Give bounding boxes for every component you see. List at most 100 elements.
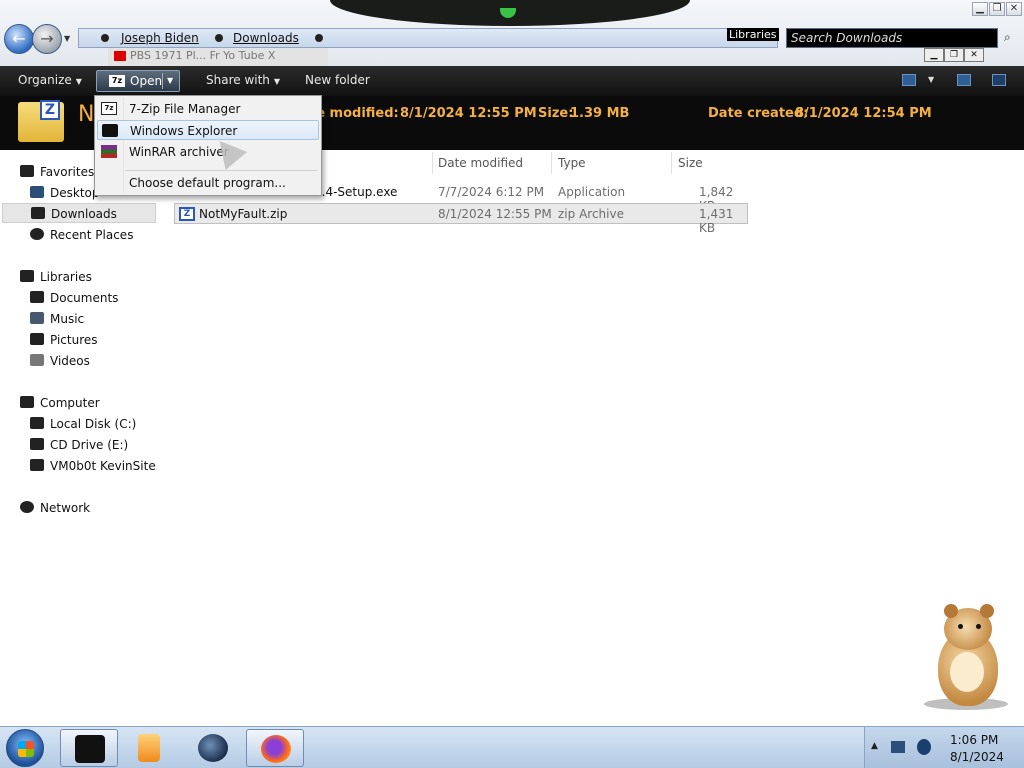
taskbar-explorer-button[interactable] (60, 729, 118, 767)
recent-places-icon (30, 228, 44, 240)
globe-icon (198, 734, 228, 762)
inner-maximize-button[interactable]: ❐ (944, 48, 964, 62)
size-value: 1.39 MB (570, 106, 630, 121)
forward-arrow-icon: → (40, 29, 54, 48)
recent-pages-dropdown[interactable]: ▼ (64, 34, 70, 43)
date-created-label: Date created: (708, 106, 809, 121)
share-with-button[interactable]: Share with ▼ (206, 73, 280, 87)
column-header-type[interactable]: Type (558, 156, 586, 170)
back-button[interactable]: ← (4, 24, 34, 54)
date-modified-label: te modified: (310, 106, 399, 121)
file-size: 1,431 KB (699, 207, 734, 235)
network-drive-icon (30, 459, 44, 471)
taskbar-firefox-button[interactable] (246, 729, 304, 767)
menu-item-windows-explorer[interactable]: Windows Explorer (97, 120, 319, 140)
nav-downloads[interactable]: Downloads (2, 203, 156, 223)
videos-icon (30, 354, 44, 366)
windows-explorer-icon (102, 124, 118, 137)
zip-file-icon: Z (179, 207, 195, 221)
windows-logo-icon (18, 741, 34, 757)
breadcrumb-user[interactable]: Joseph Biden (121, 31, 199, 45)
column-divider (671, 152, 672, 174)
maximize-button[interactable]: ❐ (989, 2, 1005, 16)
inner-minimize-button[interactable]: ▁ (924, 48, 944, 62)
open-with-menu: 7z 7-Zip File Manager Windows Explorer W… (94, 95, 322, 196)
star-icon (20, 165, 34, 177)
menu-item-7zip[interactable]: 7z 7-Zip File Manager (97, 99, 319, 119)
music-icon (30, 312, 44, 324)
new-folder-button[interactable]: New folder (305, 73, 370, 87)
menu-item-choose-default-program[interactable]: Choose default program... (97, 173, 319, 193)
view-options-arrow-icon[interactable]: ▼ (928, 75, 934, 84)
breadcrumb-separator-icon (215, 34, 223, 42)
desktop-icon (30, 186, 44, 198)
address-bar[interactable]: Joseph Biden Downloads (78, 28, 778, 48)
divider (162, 73, 163, 89)
size-label: Size: (538, 106, 574, 121)
winrar-icon (101, 145, 117, 158)
organize-button[interactable]: Organize ▼ (18, 73, 82, 87)
menu-item-winrar[interactable]: WinRAR archiver (97, 142, 319, 162)
inner-close-button[interactable]: ✕ (964, 48, 984, 62)
open-dropdown-arrow-icon[interactable]: ▼ (167, 76, 173, 85)
open-button[interactable]: 7z Open ▼ (96, 70, 180, 92)
media-player-icon (138, 734, 160, 762)
cd-drive-icon (30, 438, 44, 450)
close-button[interactable]: ✕ (1006, 2, 1022, 16)
chevron-down-icon: ▼ (273, 77, 281, 86)
explorer-icon (75, 735, 105, 763)
column-divider (551, 152, 552, 174)
column-header-size[interactable]: Size (678, 156, 703, 170)
breadcrumb-dropdown-icon[interactable] (315, 34, 323, 42)
libraries-icon (20, 270, 34, 282)
file-date: 8/1/2024 12:55 PM (438, 207, 552, 221)
file-name: NotMyFault.zip (199, 207, 288, 221)
volume-tray-icon[interactable] (917, 739, 931, 755)
taskbar-browser-button[interactable] (184, 729, 242, 767)
clock-date[interactable]: 8/1/2024 (950, 750, 1004, 764)
date-created-value: 8/1/2024 12:54 PM (795, 106, 932, 121)
pictures-icon (30, 333, 44, 345)
search-icon[interactable]: ⌕ (1004, 30, 1011, 45)
7zip-icon: 7z (109, 75, 125, 87)
hard-drive-icon (30, 417, 44, 429)
documents-icon (30, 291, 44, 303)
network-tray-icon[interactable] (891, 741, 905, 753)
gem-icon (500, 8, 516, 18)
hamster-desktop-pet (924, 604, 1012, 712)
change-view-icon[interactable] (902, 74, 916, 86)
downloads-folder-icon (31, 207, 45, 219)
show-hidden-icons-icon[interactable]: ▲ (871, 741, 878, 751)
file-type: Application (558, 185, 626, 199)
column-divider (432, 152, 433, 174)
selected-file-name: N (78, 102, 95, 127)
zip-folder-icon: Z (18, 100, 64, 142)
help-icon[interactable] (992, 74, 1006, 86)
back-arrow-icon: ← (12, 29, 26, 48)
start-button[interactable] (6, 729, 44, 767)
libraries-label: Libraries (727, 28, 779, 41)
youtube-icon (114, 51, 126, 61)
date-modified-value: 8/1/2024 12:55 PM (400, 106, 537, 121)
command-bar: Organize ▼ 7z Open ▼ Share with ▼ New fold… (0, 66, 1024, 96)
forward-button[interactable]: → (32, 24, 62, 54)
taskbar: ▲ (0, 726, 1024, 768)
column-header-date-modified[interactable]: Date modified (438, 156, 523, 170)
taskbar-media-player-button[interactable] (120, 729, 178, 767)
menu-separator (125, 170, 317, 171)
computer-icon (20, 396, 34, 408)
breadcrumb-downloads[interactable]: Downloads (233, 31, 299, 45)
file-type: zip Archive (558, 207, 624, 221)
chevron-down-icon: ▼ (75, 77, 82, 86)
preview-pane-icon[interactable] (957, 74, 971, 86)
7zip-icon: 7z (101, 102, 117, 115)
file-name: ...4-Setup.exe (314, 185, 398, 199)
table-row[interactable]: Z NotMyFault.zip 8/1/2024 12:55 PM zip A… (174, 203, 748, 235)
background-window-tab: PBS 1971 Pl... Fr Yo Tube X (108, 48, 328, 66)
search-input[interactable]: Search Downloads (786, 28, 998, 48)
firefox-icon (261, 735, 291, 763)
network-icon (20, 501, 34, 513)
clock-time[interactable]: 1:06 PM (950, 733, 998, 747)
minimize-button[interactable]: ▁ (972, 2, 988, 16)
file-date: 7/7/2024 6:12 PM (438, 185, 545, 199)
